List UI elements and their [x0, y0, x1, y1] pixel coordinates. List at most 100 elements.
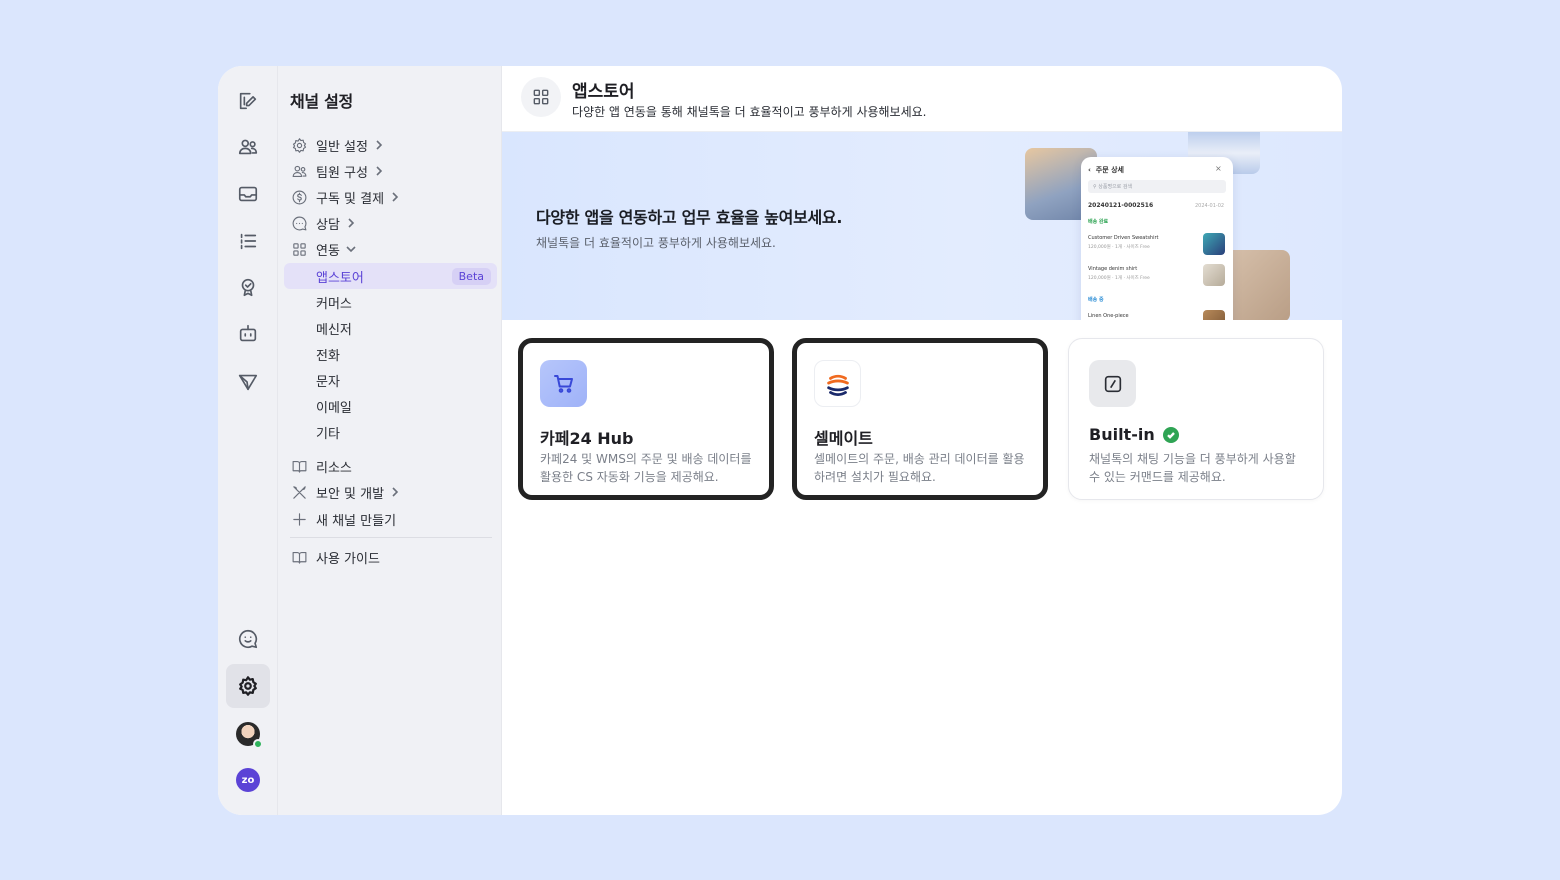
rail-badge-button[interactable]	[226, 265, 270, 309]
users-icon	[238, 139, 258, 155]
order-date: 2024-01-02	[1195, 203, 1225, 209]
status-shipping: 배송 중	[1088, 297, 1104, 303]
promo-banner: 다양한 앱을 연동하고 업무 효율을 높여보세요. 채널톡을 더 효율적이고 풍…	[502, 132, 1342, 320]
sidebar-item-label: 사용 가이드	[316, 551, 380, 567]
send-icon	[238, 374, 258, 391]
rail-chat-button[interactable]	[226, 617, 270, 661]
sidebar-title: 채널 설정	[290, 92, 353, 111]
sidebar-item-label: 상담	[316, 217, 340, 233]
chevron-right-icon	[374, 166, 384, 176]
status-delivered: 배송 완료	[1088, 219, 1109, 225]
page-subtitle: 다양한 앱 연동을 통해 채널톡을 더 효율적이고 풍부하게 사용해보세요.	[572, 105, 927, 119]
banner-title: 다양한 앱을 연동하고 업무 효율을 높여보세요.	[536, 208, 843, 227]
sidebar-item-guide[interactable]: 사용 가이드	[284, 544, 497, 570]
installed-check-icon	[1162, 426, 1179, 443]
mockup-header: ‹ 주문 상세	[1088, 165, 1124, 175]
search-icon: ⚲	[1093, 184, 1097, 190]
sidebar-item-label: 이메일	[316, 400, 352, 416]
book-icon	[290, 548, 308, 566]
sidebar-item-label: 리소스	[316, 460, 352, 476]
rail-workspace-button[interactable]: zo	[226, 758, 270, 802]
sidebar-item-etc[interactable]: 기타	[284, 419, 497, 445]
avatar	[236, 722, 263, 749]
cart-icon	[540, 360, 587, 407]
sidebar-item-resources[interactable]: 리소스	[284, 453, 497, 479]
app-card-built-in[interactable]: Built-in 채널톡의 채팅 기능을 더 풍부하게 사용할 수 있는 커맨드…	[1068, 338, 1324, 500]
slash-command-icon	[1089, 360, 1136, 407]
rail-campaign-button[interactable]	[226, 360, 270, 404]
product-3-thumb	[1203, 310, 1225, 320]
sidebar-item-commerce[interactable]: 커머스	[284, 289, 497, 315]
sidebar-item-label: 앱스토어	[316, 270, 364, 286]
chevron-down-icon	[346, 244, 356, 254]
rail-bot-button[interactable]	[226, 312, 270, 356]
product-1-thumb	[1203, 233, 1225, 255]
rail-settings-button[interactable]	[226, 664, 270, 708]
app-description: 셀메이트의 주문, 배송 관리 데이터를 활용하려면 설치가 필요해요.	[814, 452, 1025, 484]
rail-compose-button[interactable]	[226, 79, 270, 123]
bot-icon	[239, 324, 257, 342]
sidebar-item-label: 팀원 구성	[316, 165, 368, 181]
product-2-thumb	[1203, 264, 1225, 286]
mockup-search: ⚲ 상품명으로 검색	[1088, 180, 1226, 193]
main-content: 앱스토어 다양한 앱 연동을 통해 채널톡을 더 효율적이고 풍부하게 사용해보…	[502, 66, 1342, 815]
rail-profile-button[interactable]	[226, 712, 270, 756]
sidebar-item-appstore[interactable]: 앱스토어 Beta	[284, 263, 497, 289]
product-1-meta: 120,000원 · 1개 · 사이즈 Free	[1088, 245, 1150, 250]
gear-icon	[290, 136, 308, 154]
sidebar-item-integration[interactable]: 연동	[284, 236, 497, 262]
sidebar-item-label: 일반 설정	[316, 139, 368, 155]
app-description: 카페24 및 WMS의 주문 및 배송 데이터를 활용한 CS 자동화 기능을 …	[540, 452, 752, 484]
chevron-right-icon	[374, 140, 384, 150]
rail-contacts-button[interactable]	[226, 125, 270, 169]
order-id: 20240121-0002516	[1088, 202, 1154, 209]
compose-icon	[239, 92, 257, 110]
product-2-meta: 120,000원 · 1개 · 사이즈 Free	[1088, 276, 1150, 281]
product-3-name: Linen One-piece	[1088, 313, 1129, 319]
sidebar-item-label: 커머스	[316, 296, 352, 312]
settings-sidebar: 채널 설정 일반 설정 팀원 구성 구독 및 결제 상담 연동 앱스토어 Bet…	[278, 66, 502, 815]
close-icon: ×	[1215, 164, 1222, 173]
rail-list-button[interactable]	[226, 219, 270, 263]
tools-icon	[290, 483, 308, 501]
order-detail-mockup: ‹ 주문 상세 × ⚲ 상품명으로 검색 20240121-0002516 20…	[1081, 157, 1233, 320]
sidebar-item-general[interactable]: 일반 설정	[284, 132, 497, 158]
app-name-text: Built-in	[1089, 425, 1155, 444]
sidebar-item-billing[interactable]: 구독 및 결제	[284, 184, 497, 210]
sidebar-item-team[interactable]: 팀원 구성	[284, 158, 497, 184]
app-name: 셀메이트	[814, 425, 873, 449]
app-window: zo 채널 설정 일반 설정 팀원 구성 구독 및 결제 상담 연동 앱스토어 …	[218, 66, 1342, 815]
chevron-right-icon	[346, 218, 356, 228]
page-header: 앱스토어 다양한 앱 연동을 통해 채널톡을 더 효율적이고 풍부하게 사용해보…	[502, 66, 1342, 132]
sidebar-divider	[290, 537, 492, 538]
sidebar-item-new-channel[interactable]: 새 채널 만들기	[284, 506, 497, 532]
sidebar-item-phone[interactable]: 전화	[284, 341, 497, 367]
sidebar-item-counsel[interactable]: 상담	[284, 210, 497, 236]
app-name-text: 카페24 Hub	[540, 429, 634, 448]
sidebar-item-label: 보안 및 개발	[316, 486, 385, 502]
rail-inbox-button[interactable]	[226, 172, 270, 216]
plus-icon	[290, 510, 308, 528]
app-name: 카페24 Hub	[540, 425, 634, 449]
sidebar-item-sms[interactable]: 문자	[284, 367, 497, 393]
sidebar-item-label: 새 채널 만들기	[316, 513, 397, 529]
banner-subtitle: 채널톡을 더 효율적이고 풍부하게 사용해보세요.	[536, 236, 776, 250]
sidebar-item-messenger[interactable]: 메신저	[284, 315, 497, 341]
back-arrow-icon: ‹	[1088, 166, 1091, 174]
sellmate-logo	[814, 360, 861, 407]
beta-badge: Beta	[451, 267, 491, 285]
chevron-right-icon	[390, 487, 400, 497]
sidebar-item-security[interactable]: 보안 및 개발	[284, 479, 497, 505]
gear-icon	[239, 676, 257, 696]
app-card-sellmate[interactable]: 셀메이트 셀메이트의 주문, 배송 관리 데이터를 활용하려면 설치가 필요해요…	[792, 338, 1048, 500]
app-card-cafe24-hub[interactable]: 카페24 Hub 카페24 및 WMS의 주문 및 배송 데이터를 활용한 CS…	[518, 338, 774, 500]
inbox-icon	[238, 186, 258, 202]
sidebar-item-label: 문자	[316, 374, 340, 390]
sidebar-item-email[interactable]: 이메일	[284, 393, 497, 419]
app-name-text: 셀메이트	[814, 429, 873, 448]
product-1-name: Customer Driven Sweatshirt	[1088, 235, 1159, 241]
sidebar-item-label: 전화	[316, 348, 340, 364]
sidebar-item-label: 메신저	[316, 322, 352, 338]
list-icon	[240, 233, 257, 250]
chat-icon	[290, 214, 308, 232]
